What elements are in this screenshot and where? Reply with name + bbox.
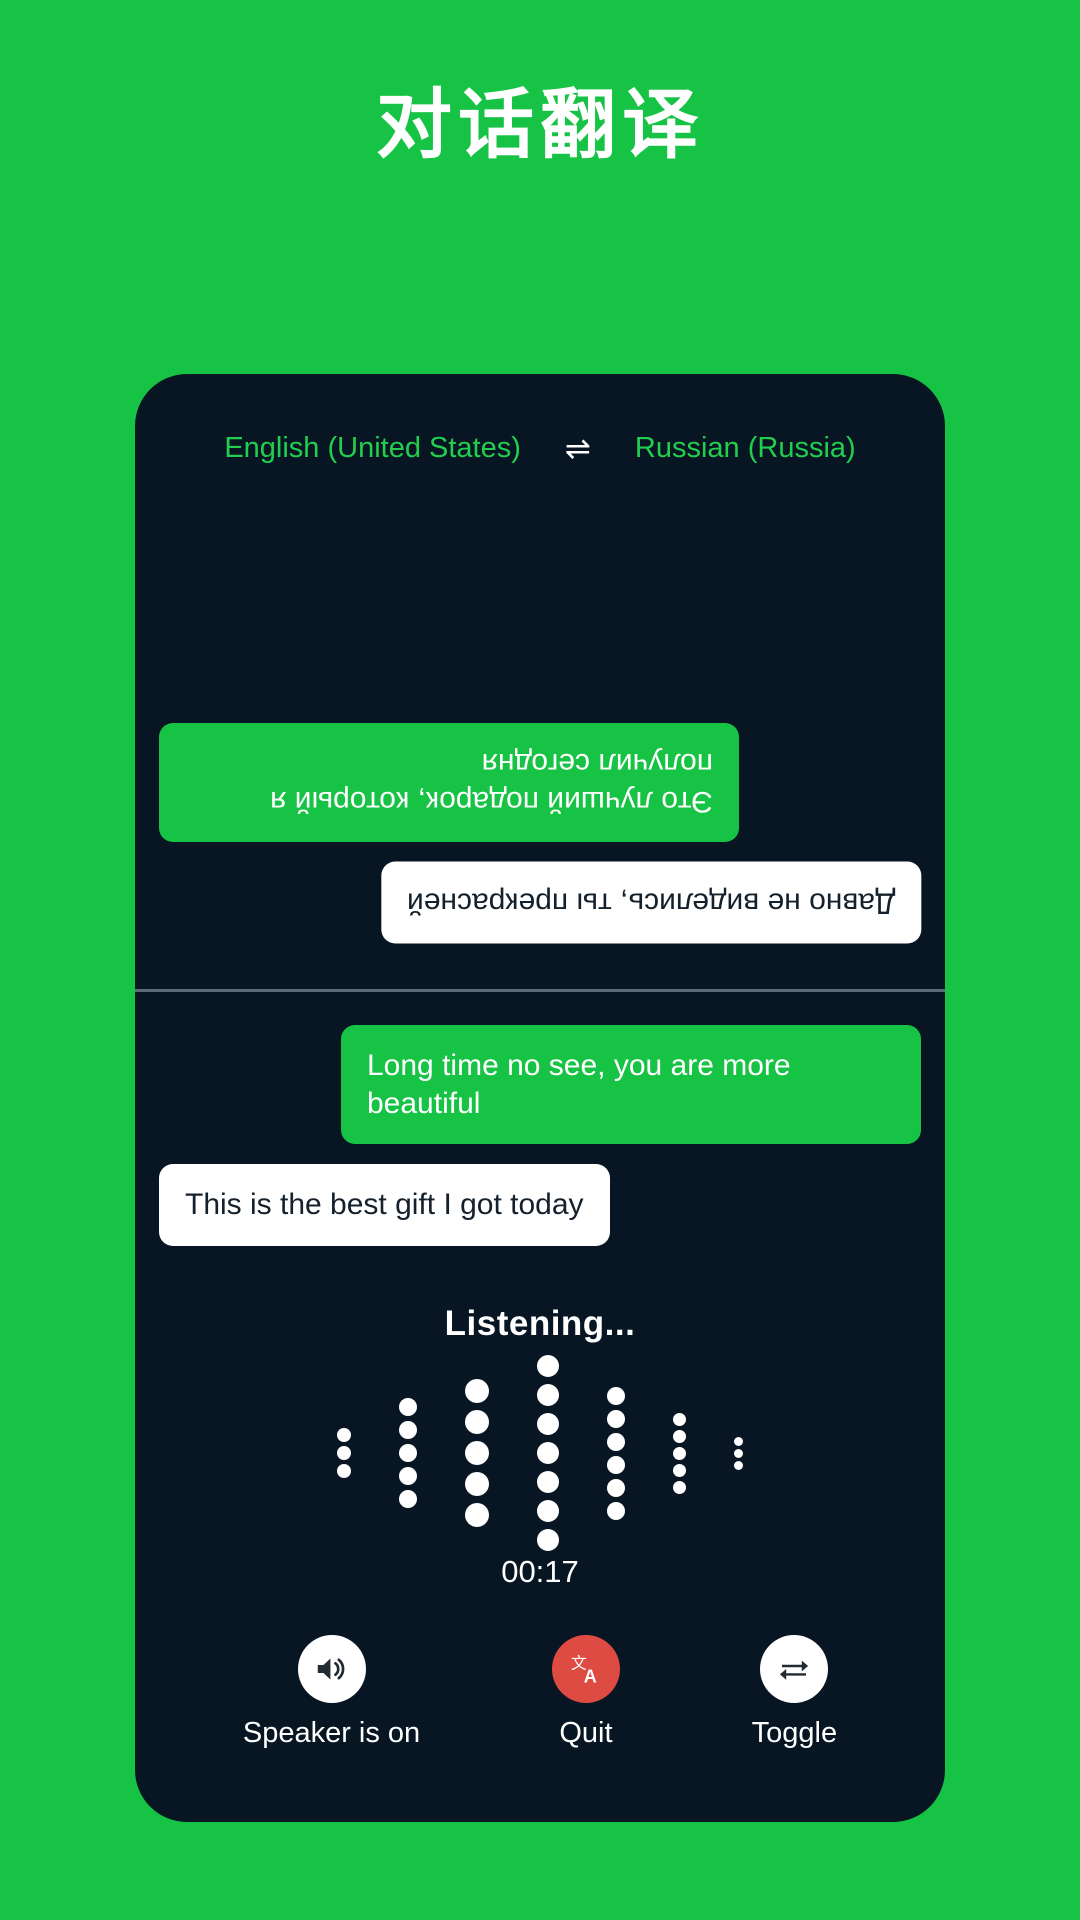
message-bubble[interactable]: Давно не виделись, ты прекрасней: [380, 861, 921, 943]
waveform-dot: [537, 1442, 559, 1464]
waveform-dot: [734, 1436, 743, 1446]
speaker-button-label: Speaker is on: [242, 1717, 421, 1749]
waveform-dot: [734, 1460, 743, 1470]
waveform-dot: [537, 1529, 559, 1551]
waveform-dot: [465, 1503, 489, 1527]
toggle-button[interactable]: Toggle: [752, 1635, 837, 1750]
quit-button-circle[interactable]: 文 A: [551, 1635, 620, 1703]
waveform-dot: [607, 1501, 625, 1520]
waveform-dot: [607, 1386, 625, 1405]
listening-status-label: Listening...: [444, 1304, 636, 1343]
waveform-dot: [673, 1480, 686, 1494]
waveform-dot: [399, 1421, 417, 1439]
waveform-dot: [673, 1446, 686, 1460]
waveform-column: [537, 1355, 559, 1551]
message-bubble[interactable]: Long time no see, you are more beautiful: [341, 1025, 921, 1144]
audio-waveform-visualizer: [135, 1355, 945, 1551]
waveform-dot: [337, 1464, 351, 1478]
message-row: Давно не виделись, ты прекрасней: [159, 861, 921, 943]
waveform-column: [399, 1398, 417, 1508]
waveform-dot: [607, 1409, 625, 1428]
waveform-column: [673, 1412, 686, 1494]
translate-icon: 文 A: [571, 1653, 597, 1687]
conversation-panel-bottom: Long time no see, you are more beautiful…: [135, 991, 945, 1291]
message-bubble[interactable]: This is the best gift I got today: [159, 1164, 610, 1246]
waveform-dot: [673, 1463, 686, 1477]
waveform-column: [465, 1379, 489, 1527]
waveform-dot: [537, 1471, 559, 1493]
waveform-dot: [399, 1490, 417, 1508]
waveform-dot: [465, 1472, 489, 1496]
conversation-panel-top: Это лучший подарок, который я получил се…: [135, 374, 945, 989]
waveform-dot: [607, 1478, 625, 1497]
waveform-dot: [465, 1441, 489, 1465]
svg-text:A: A: [584, 1667, 597, 1687]
listening-area: Listening... 00:17: [135, 1304, 945, 1590]
page-title: 对话翻译: [376, 83, 704, 168]
speaker-button-circle[interactable]: [297, 1635, 366, 1703]
control-bar: Speaker is on 文 A Quit Toggle: [135, 1635, 945, 1750]
waveform-dot: [607, 1432, 625, 1451]
waveform-dot: [399, 1467, 417, 1485]
waveform-dot: [673, 1429, 686, 1443]
speaker-on-icon: [317, 1658, 344, 1680]
waveform-dot: [399, 1444, 417, 1462]
waveform-column: [337, 1428, 351, 1478]
toggle-button-circle[interactable]: [760, 1635, 829, 1703]
waveform-dot: [734, 1448, 743, 1458]
message-bubble[interactable]: Это лучший подарок, который я получил се…: [159, 722, 739, 842]
waveform-dot: [465, 1410, 489, 1434]
waveform-dot: [537, 1384, 559, 1406]
recording-timer: 00:17: [501, 1554, 579, 1589]
waveform-dot: [537, 1500, 559, 1522]
message-row: Это лучший подарок, который я получил се…: [159, 722, 921, 842]
message-row: Long time no see, you are more beautiful: [159, 1025, 921, 1144]
waveform-dot: [465, 1379, 489, 1403]
speaker-button[interactable]: Speaker is on: [243, 1635, 420, 1750]
waveform-dot: [673, 1412, 686, 1426]
waveform-dot: [337, 1446, 351, 1460]
phone-card: English (United States) ⇌ Russian (Russi…: [135, 374, 945, 1822]
message-row: This is the best gift I got today: [159, 1164, 921, 1246]
swap-repeat-icon: [780, 1660, 809, 1680]
quit-button[interactable]: 文 A Quit: [551, 1635, 620, 1750]
waveform-column: [607, 1386, 625, 1520]
waveform-dot: [399, 1398, 417, 1416]
waveform-dot: [537, 1355, 559, 1377]
quit-button-label: Quit: [559, 1717, 613, 1749]
waveform-dot: [337, 1428, 351, 1442]
toggle-button-label: Toggle: [751, 1717, 838, 1749]
waveform-dot: [607, 1455, 625, 1474]
waveform-dot: [537, 1413, 559, 1435]
waveform-column: [734, 1436, 743, 1470]
